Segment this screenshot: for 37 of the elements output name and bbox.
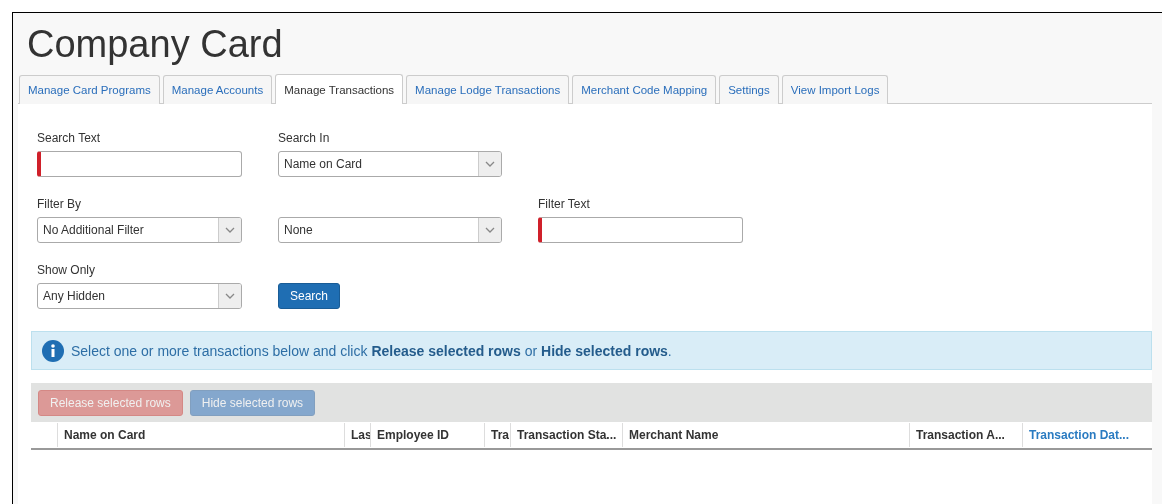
column-header[interactable]: Transaction Sta... xyxy=(510,423,622,447)
text-field[interactable] xyxy=(37,151,242,177)
field-label: Show Only xyxy=(37,263,97,277)
dropdown[interactable]: Name on Card xyxy=(278,151,502,177)
field-label: Filter Text xyxy=(538,197,591,211)
info-message: Select one or more transactions below and click Release selected rows or Hide selected rows. xyxy=(71,342,672,359)
chevron-down-icon xyxy=(485,227,495,233)
select-value: No Additional Filter xyxy=(42,223,145,237)
chevron-down-icon xyxy=(485,161,495,167)
select-value: Any Hidden xyxy=(42,289,107,303)
field-label: Filter By xyxy=(37,197,82,211)
dropdown[interactable]: No Additional Filter xyxy=(37,217,242,243)
tab[interactable]: Manage Transactions xyxy=(275,74,404,104)
text-field[interactable] xyxy=(538,217,743,243)
column-header[interactable]: Transaction A... xyxy=(909,423,1022,447)
search-button[interactable]: Search xyxy=(278,283,341,309)
tab[interactable]: Settings xyxy=(719,75,779,104)
column-header[interactable]: Merchant Name xyxy=(622,423,909,447)
column-header[interactable]: Transaction Dat... xyxy=(1022,423,1135,447)
dropdown[interactable]: None xyxy=(278,217,502,243)
page-title: Company Card xyxy=(26,22,284,67)
tab[interactable]: Manage Accounts xyxy=(162,75,273,104)
field-label: Search In xyxy=(278,131,331,145)
field-label: Search Text xyxy=(37,131,102,145)
column-header[interactable]: Tra xyxy=(484,423,510,447)
column-header[interactable]: Name on Card xyxy=(57,423,344,447)
select-value: Name on Card xyxy=(283,157,364,171)
dropdown[interactable]: Any Hidden xyxy=(37,283,242,309)
tab[interactable]: View Import Logs xyxy=(781,75,889,104)
info-icon xyxy=(42,339,64,362)
column-header[interactable]: Employee ID xyxy=(370,423,484,447)
tab[interactable]: Manage Lodge Transactions xyxy=(406,75,570,104)
select-value: None xyxy=(283,223,314,237)
chevron-down-icon xyxy=(225,227,235,233)
chevron-down-icon xyxy=(225,293,235,299)
tab[interactable]: Merchant Code Mapping xyxy=(572,75,717,104)
tab[interactable]: Manage Card Programs xyxy=(19,75,160,104)
